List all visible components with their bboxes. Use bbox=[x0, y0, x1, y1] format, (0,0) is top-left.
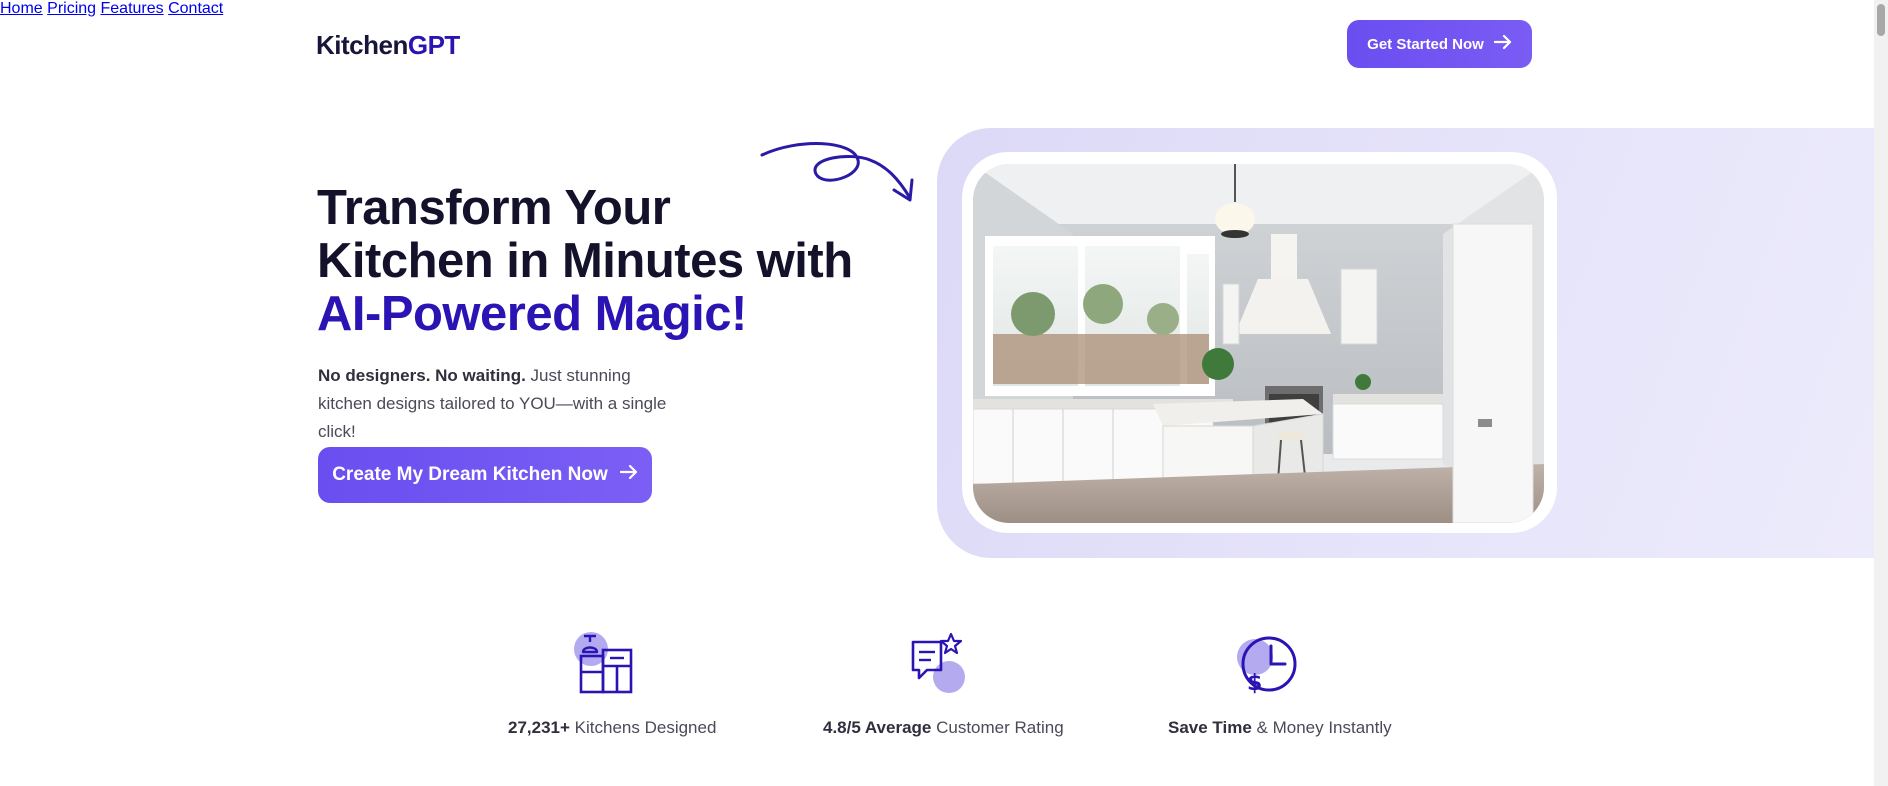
hero-subtitle: No designers. No waiting. Just stunning … bbox=[318, 362, 688, 446]
swirl-arrow-icon bbox=[760, 142, 914, 202]
nav-contact[interactable]: Contact bbox=[168, 0, 223, 17]
stat-rating-rest: Customer Rating bbox=[931, 718, 1064, 737]
kitchen-icon bbox=[574, 632, 633, 694]
get-started-label: Get Started Now bbox=[1367, 35, 1484, 53]
logo-text-gpt: GPT bbox=[407, 30, 460, 60]
clock-money-icon: $ bbox=[1237, 636, 1297, 696]
stat-rating bbox=[904, 630, 970, 696]
stat-savings-rest: & Money Instantly bbox=[1251, 718, 1392, 737]
stat-savings-bold: Save Time bbox=[1168, 718, 1252, 737]
stat-kitchens-label: 27,231+ Kitchens Designed bbox=[508, 718, 716, 738]
create-kitchen-button[interactable]: Create My Dream Kitchen Now bbox=[318, 447, 652, 503]
hero-title-line3: AI-Powered Magic! bbox=[317, 287, 747, 341]
create-kitchen-label: Create My Dream Kitchen Now bbox=[332, 464, 608, 485]
stat-savings-label: Save Time & Money Instantly bbox=[1168, 718, 1392, 738]
stat-rating-bold: 4.8/5 Average bbox=[823, 718, 932, 737]
kitchen-photo bbox=[973, 164, 1544, 523]
arrow-right-icon bbox=[619, 464, 638, 486]
logo[interactable]: KitchenGPT bbox=[316, 30, 460, 61]
logo-text-kitchen: Kitchen bbox=[316, 30, 408, 60]
stat-savings: $ bbox=[1234, 630, 1300, 696]
nav-pricing[interactable]: Pricing bbox=[47, 0, 96, 17]
hero-subtitle-bold: No designers. No waiting. bbox=[318, 366, 526, 385]
rating-chat-icon bbox=[911, 632, 965, 693]
svg-text:$: $ bbox=[1247, 671, 1262, 696]
get-started-button[interactable]: Get Started Now bbox=[1347, 20, 1532, 68]
stat-rating-label: 4.8/5 Average Customer Rating bbox=[823, 718, 1064, 738]
nav-features[interactable]: Features bbox=[101, 0, 164, 17]
stat-kitchens-bold: 27,231+ bbox=[508, 718, 570, 737]
stat-kitchens bbox=[570, 630, 638, 696]
main-nav: Home Pricing Features Contact bbox=[0, 0, 1888, 18]
arrow-right-icon bbox=[1493, 34, 1512, 53]
scrollbar-thumb[interactable] bbox=[1877, 4, 1885, 36]
nav-home[interactable]: Home bbox=[0, 0, 43, 17]
stat-kitchens-rest: Kitchens Designed bbox=[569, 718, 717, 737]
hero-title-line2: Kitchen in Minutes with bbox=[317, 234, 853, 288]
page-scrollbar[interactable] bbox=[1874, 0, 1888, 786]
